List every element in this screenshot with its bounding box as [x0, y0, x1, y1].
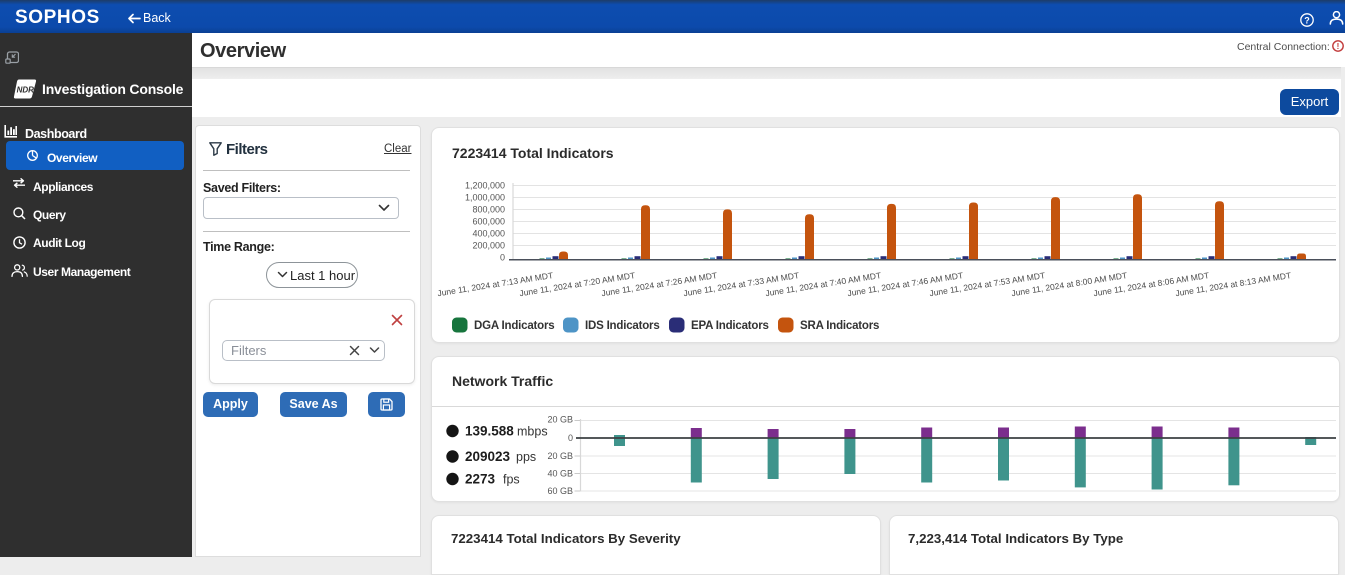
svg-text:139.588: 139.588	[465, 424, 514, 439]
svg-text:800,000: 800,000	[472, 205, 505, 215]
svg-text:!: !	[1337, 42, 1340, 51]
svg-text:NDR: NDR	[17, 86, 35, 95]
svg-text:200,000: 200,000	[472, 241, 505, 251]
svg-text:2273: 2273	[465, 472, 496, 487]
svg-text:?: ?	[1304, 15, 1310, 25]
svg-text:1,200,000: 1,200,000	[465, 181, 505, 191]
svg-text:600,000: 600,000	[472, 217, 505, 227]
svg-text:400,000: 400,000	[472, 229, 505, 239]
svg-text:60 GB: 60 GB	[547, 486, 573, 496]
svg-text:mbps: mbps	[517, 425, 548, 439]
svg-text:DGA Indicators: DGA Indicators	[474, 320, 554, 332]
svg-text:209023: 209023	[465, 449, 511, 464]
svg-text:pps: pps	[516, 450, 536, 464]
svg-text:40 GB: 40 GB	[547, 469, 573, 479]
svg-text:20 GB: 20 GB	[547, 415, 573, 425]
svg-text:fps: fps	[503, 473, 520, 487]
svg-text:IDS Indicators: IDS Indicators	[585, 320, 660, 332]
svg-text:SRA Indicators: SRA Indicators	[800, 320, 879, 332]
svg-text:EPA Indicators: EPA Indicators	[691, 320, 769, 332]
svg-text:0: 0	[568, 433, 573, 443]
svg-text:20 GB: 20 GB	[547, 451, 573, 461]
svg-text:0: 0	[500, 253, 505, 263]
svg-text:1,000,000: 1,000,000	[465, 193, 505, 203]
